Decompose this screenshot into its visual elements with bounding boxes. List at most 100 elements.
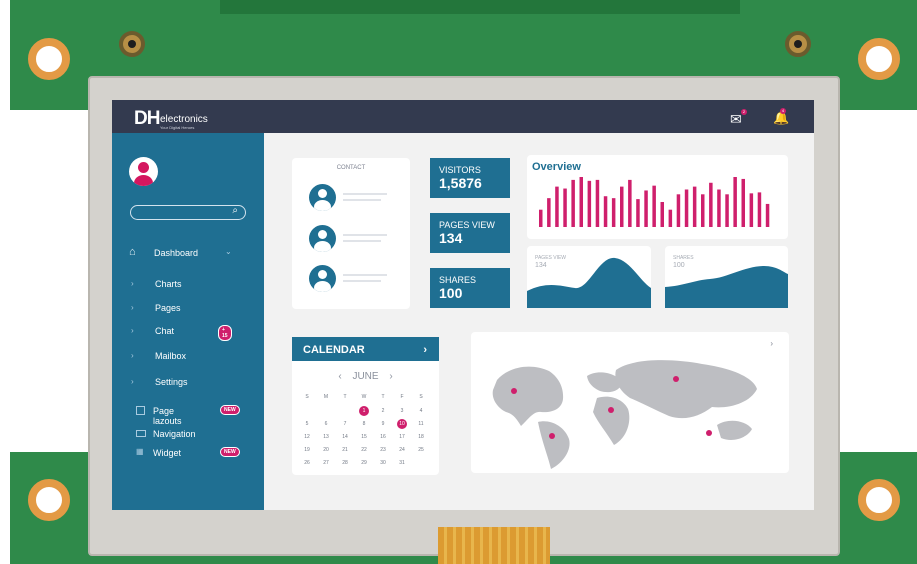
overview-bar [733,177,737,227]
calendar-day[interactable]: 14 [336,434,354,440]
sidebar-search-input[interactable]: ⌕ [130,205,246,220]
sidebar-item-label: Widget [153,448,182,458]
sidebar-item-label: Pages [155,303,181,313]
overview-bar [725,194,729,227]
contact-line [343,240,381,242]
overview-bar [644,190,648,227]
mounting-hole-top-left [28,38,70,80]
calendar-day[interactable]: 19 [298,447,316,453]
overview-bar [611,198,616,227]
chevron-right-icon: › [131,377,134,386]
calendar-day[interactable]: 22 [355,447,373,453]
next-month-icon[interactable]: › [389,371,392,382]
stat-value: 134 [439,230,463,246]
bolt-top-left [119,31,145,57]
notification-count-badge: 4 [780,108,786,114]
overview-bar [539,209,543,227]
calendar-day[interactable]: 30 [374,460,392,466]
top-bar: DH electronics Your Digital Heroes ✉ 2 🔔… [112,100,814,133]
calendar-day[interactable]: 1 [359,406,369,416]
previous-month-icon[interactable]: ‹ [338,371,341,382]
calendar-day[interactable]: 27 [317,460,335,466]
calendar-day[interactable]: 23 [374,447,392,453]
chevron-right-icon[interactable]: › [423,344,427,356]
calendar-day[interactable]: 12 [298,434,316,440]
calendar-day[interactable]: 15 [355,434,373,440]
calendar-day[interactable]: 10 [397,419,407,429]
calendar-day[interactable]: 9 [374,421,392,427]
overview-bar [587,180,592,227]
pages-view-stat-card[interactable]: PAGES VIEW 134 [430,213,510,253]
chevron-right-icon: › [131,279,134,288]
contact-line [343,274,387,276]
overview-bar [757,192,762,227]
weekday-label: M [323,394,329,400]
contact-avatar[interactable] [309,225,336,252]
weekday-label: T [381,394,385,400]
contact-avatar[interactable] [309,184,336,211]
overview-bar [709,182,713,227]
world-map [492,360,757,469]
contact-card: CONTACT [292,158,410,309]
overview-bar [660,202,664,227]
calendar-day[interactable]: 18 [412,434,430,440]
calendar-title: CALENDAR [303,344,365,356]
pages-view-mini-card: PAGES VIEW 134 [527,246,651,308]
stat-label: VISITORS [439,165,481,175]
calendar-day[interactable]: 25 [412,447,430,453]
weekday-label: W [361,394,367,400]
calendar-day[interactable]: 11 [412,421,430,427]
calendar-day[interactable]: 29 [355,460,373,466]
world-map-card: › [471,332,789,473]
overview-bar [749,193,754,227]
calendar-day[interactable]: 3 [393,408,411,414]
calendar-day[interactable]: 17 [393,434,411,440]
calendar-day[interactable]: 8 [355,421,373,427]
mail-icon[interactable]: ✉ [730,111,742,128]
home-icon: ⌂ [129,246,136,258]
visitors-stat-card[interactable]: VISITORS 1,5876 [430,158,510,198]
mounting-hole-bottom-right [858,479,900,521]
shares-stat-card[interactable]: SHARES 100 [430,268,510,308]
weekday-label: S [419,394,423,400]
calendar-day[interactable]: 21 [336,447,354,453]
calendar-day[interactable]: 20 [317,447,335,453]
sidebar-item-label: Dashboard [154,248,199,258]
overview-bar-chart [539,177,770,227]
overview-bar [717,189,721,227]
calendar-day[interactable]: 5 [298,421,316,427]
overview-bar [684,189,689,227]
logo-wordmark: electronics [160,114,208,125]
overview-bar [571,179,575,227]
new-badge: NEW [220,447,240,457]
calendar-day[interactable]: 16 [374,434,392,440]
map-chevron-icon[interactable]: › [770,339,773,348]
calendar-day[interactable]: 31 [393,460,411,466]
logo-mark: DH [134,108,160,129]
shares-area-chart [665,266,788,308]
user-avatar[interactable] [129,157,158,186]
calendar-day[interactable]: 24 [393,447,411,453]
calendar-day[interactable]: 28 [336,460,354,466]
calendar-day[interactable]: 2 [374,408,392,414]
contact-avatar[interactable] [309,265,336,292]
contact-line [343,199,381,201]
overview-bar [692,186,697,227]
calendar-day[interactable]: 26 [298,460,316,466]
stat-label: PAGES VIEW [439,220,495,230]
calendar-day[interactable]: 4 [412,408,430,414]
search-icon[interactable]: ⌕ [232,205,238,216]
dashboard-screen: DH electronics Your Digital Heroes ✉ 2 🔔… [112,100,814,510]
chat-count-badge: + 15 [218,325,232,341]
contact-line [343,234,387,236]
overview-bar [668,209,673,227]
stat-label: SHARES [439,275,477,285]
overview-bar [620,186,624,227]
chevron-down-icon[interactable]: ⌄ [225,247,232,256]
calendar-day[interactable]: 13 [317,434,335,440]
overview-bar [741,178,745,227]
calendar-day[interactable]: 6 [317,421,335,427]
bolt-top-right [785,31,811,57]
calendar-day[interactable]: 7 [336,421,354,427]
overview-bar [636,199,640,227]
